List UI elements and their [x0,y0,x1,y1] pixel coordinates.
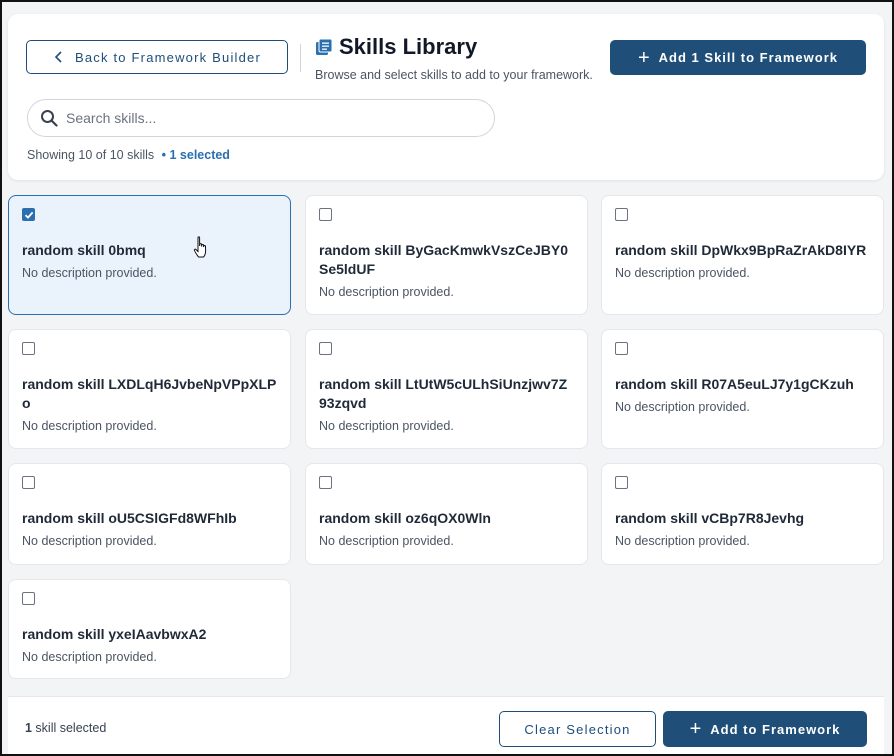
skill-checkbox[interactable] [615,208,628,221]
search-icon [41,110,58,127]
add-to-framework-button[interactable]: + Add to Framework [663,711,867,747]
skill-description: No description provided. [22,419,157,433]
clear-selection-button[interactable]: Clear Selection [499,711,656,747]
skill-checkbox[interactable] [22,208,35,221]
skill-name: random skill oU5CSlGFd8WFhIb [22,510,237,526]
skill-checkbox[interactable] [319,208,332,221]
skill-card[interactable]: random skill LXDLqH6JvbeNpVPpXLPo No desc… [8,329,291,449]
chevron-left-icon [54,51,62,63]
skill-checkbox[interactable] [615,342,628,355]
search-box [27,99,495,137]
add-skill-to-framework-button[interactable]: + Add 1 Skill to Framework [610,40,866,75]
page-subtitle: Browse and select skills to add to your … [315,68,593,82]
skill-description: No description provided. [615,400,750,414]
skill-name: random skill vCBp7R8Jevhg [615,510,805,526]
header-card: Back to Framework Builder Skills Library… [8,14,884,180]
skill-card[interactable]: random skill LtUtW5cULhSiUnzjwv7Z93zqvd N… [305,329,588,449]
skill-name: random skill yxeIAavbwxA2 [22,626,207,642]
skill-name: random skill 0bmq [22,242,146,258]
showing-status: Showing 10 of 10 skills • 1 selected [27,148,230,162]
skill-checkbox[interactable] [319,476,332,489]
page-title: Skills Library [339,34,478,59]
selected-count: • 1 selected [161,148,230,162]
app-frame: Back to Framework Builder Skills Library… [0,0,894,756]
back-to-framework-button[interactable]: Back to Framework Builder [26,40,288,74]
skill-description: No description provided. [22,534,157,548]
skill-description: No description provided. [22,650,157,664]
footer-selected-count: 1 skill selected [25,721,106,735]
footer-count-suffix: skill selected [31,721,107,735]
add-bottom-label: Add to Framework [710,721,841,737]
skill-card[interactable]: random skill vCBp7R8Jevhg No description … [601,463,884,565]
plus-icon: + [689,718,703,740]
skill-name: random skill LtUtW5cULhSiUnzjwv7Z93zqvd [319,376,568,411]
title-block: Skills Library Browse and select skills … [315,34,593,82]
skill-checkbox[interactable] [22,476,35,489]
skill-name: random skill DpWkx9BpRaZrAkD8IYR [615,242,867,258]
skill-checkbox[interactable] [22,592,35,605]
skill-name: random skill LXDLqH6JvbeNpVPpXLPo [22,376,277,411]
skill-name: random skill R07A5euLJ7y1gCKzuh [615,376,854,392]
skill-checkbox[interactable] [319,342,332,355]
skill-card[interactable]: random skill R07A5euLJ7y1gCKzuh No descri… [601,329,884,449]
skill-description: No description provided. [319,419,454,433]
checkmark-icon [24,211,33,219]
skill-card[interactable]: random skill 0bmq No description provided… [8,195,291,315]
add-top-label: Add 1 Skill to Framework [658,50,838,65]
skill-card[interactable]: random skill yxeIAavbwxA2 No description … [8,579,291,679]
skill-description: No description provided. [615,266,750,280]
library-icon [316,38,333,55]
skill-name: random skill oz6qOX0Wln [319,510,491,526]
header-divider [300,44,301,72]
skill-description: No description provided. [615,534,750,548]
skill-description: No description provided. [319,534,454,548]
plus-icon: + [637,46,651,69]
selection-footer: 1 skill selected Clear Selection + Add t… [8,696,884,754]
footer-count-number: 1 [25,721,32,735]
search-input[interactable] [66,110,466,126]
mouse-cursor-hand-icon [193,236,207,258]
skill-checkbox[interactable] [615,476,628,489]
skill-checkbox[interactable] [22,342,35,355]
skill-card[interactable]: random skill DpWkx9BpRaZrAkD8IYR No descr… [601,195,884,315]
skill-card[interactable]: random skill oU5CSlGFd8WFhIb No descripti… [8,463,291,565]
showing-count: Showing 10 of 10 skills [27,148,155,162]
back-button-label: Back to Framework Builder [74,49,262,65]
skill-card[interactable]: random skill oz6qOX0Wln No description pr… [305,463,588,565]
skill-card[interactable]: random skill ByGacKmwkVszCeJBY0Se5ldUF No… [305,195,588,315]
skill-description: No description provided. [319,285,454,299]
skill-description: No description provided. [22,266,157,280]
skill-name: random skill ByGacKmwkVszCeJBY0Se5ldUF [319,242,568,277]
